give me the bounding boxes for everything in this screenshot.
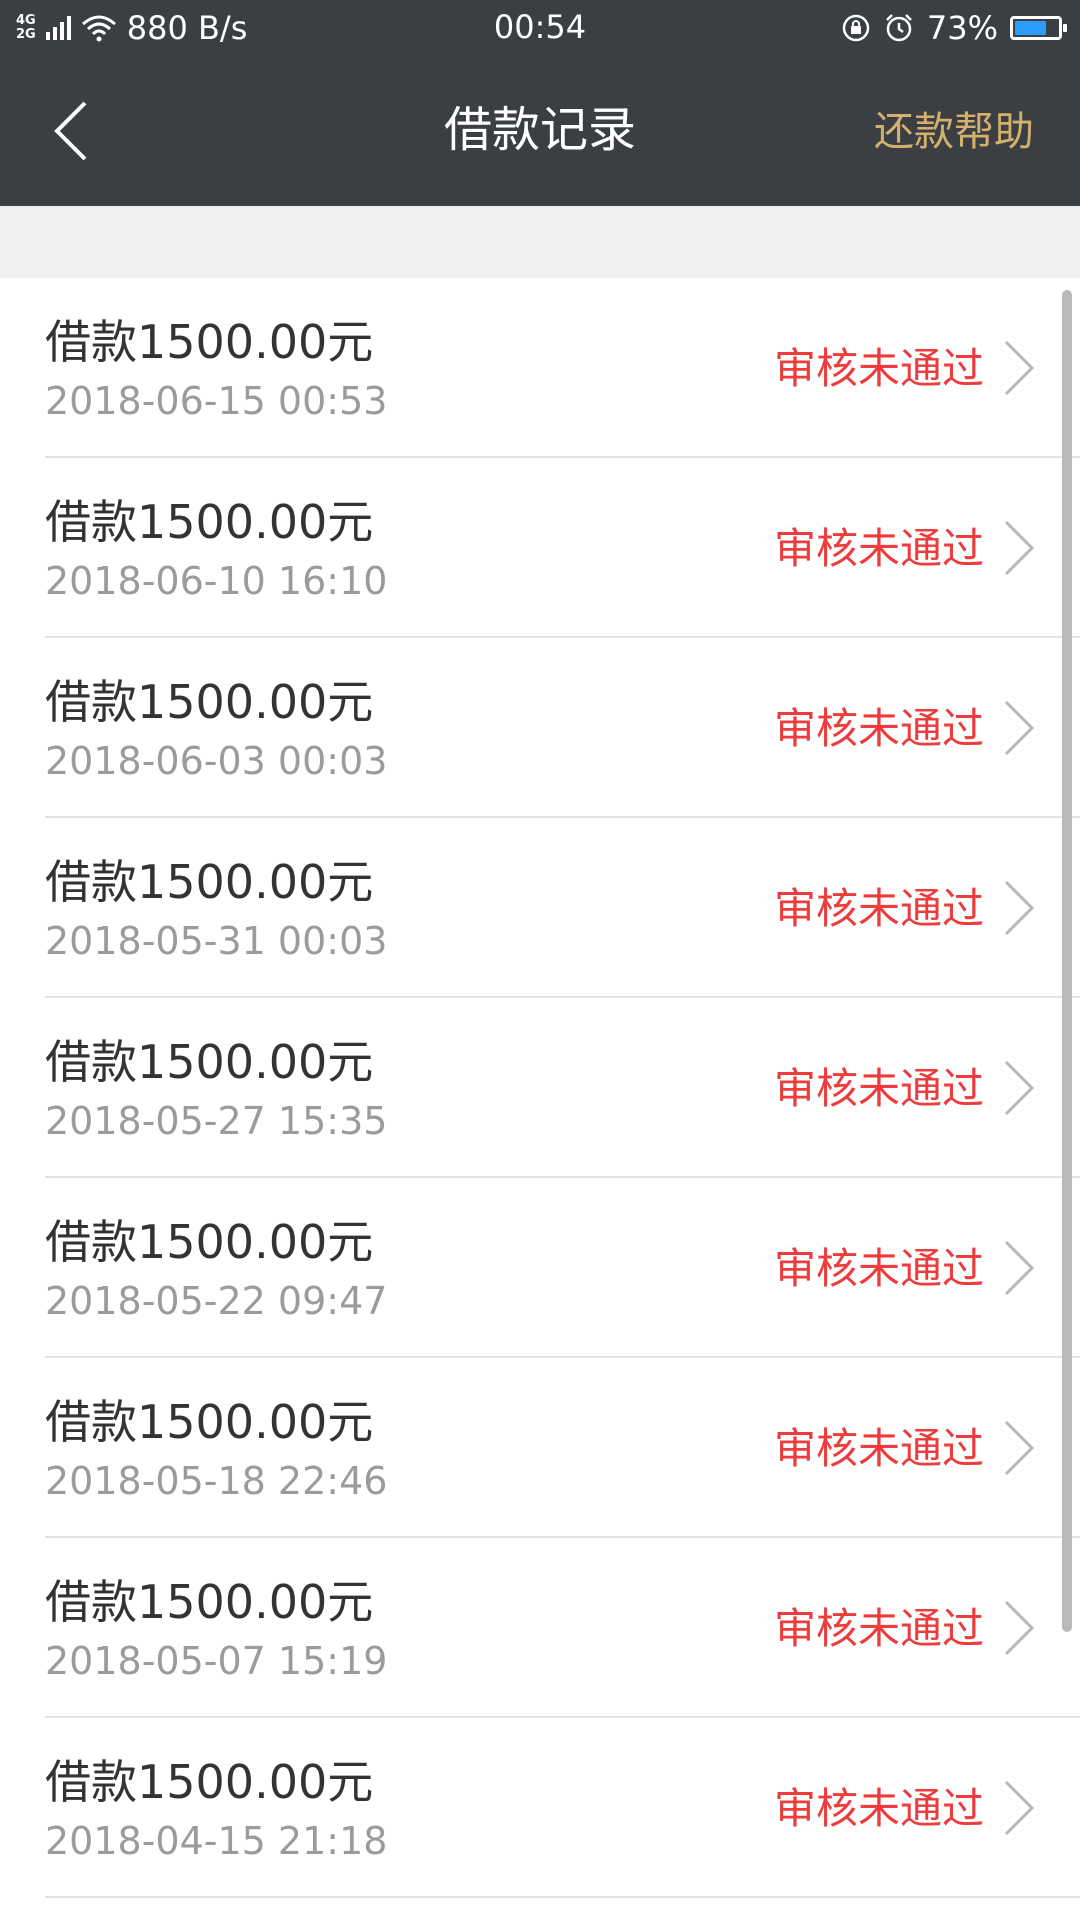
loan-amount: 借款1500.00元 [45,855,374,909]
loan-record-row[interactable]: 借款1500.00元 2018-06-03 00:03 审核未通过 [0,638,1080,818]
loan-record-row[interactable]: 借款1500.00元 2018-05-18 22:46 审核未通过 [0,1358,1080,1538]
loan-record-row[interactable]: 借款1500.00元 2018-05-31 00:03 审核未通过 [0,818,1080,998]
loan-date: 2018-05-18 22:46 [45,1459,388,1503]
loan-date: 2018-05-07 15:19 [45,1639,388,1683]
loan-amount: 借款1500.00元 [45,1395,374,1449]
loan-date: 2018-06-10 16:10 [45,559,388,603]
chevron-right-icon [1004,700,1035,756]
loan-record-list: 借款1500.00元 2018-06-15 00:53 审核未通过 借款1500… [0,278,1080,1898]
loan-date: 2018-05-22 09:47 [45,1279,388,1323]
loan-amount: 借款1500.00元 [45,1575,374,1629]
review-status: 审核未通过 [773,524,984,573]
loan-record-row[interactable]: 借款1500.00元 2018-06-15 00:53 审核未通过 [0,278,1080,458]
review-status: 审核未通过 [773,884,984,933]
nav-bar: 借款记录 还款帮助 [0,56,1080,206]
chevron-right-icon [1004,1420,1035,1476]
rotation-lock-icon [842,14,870,42]
chevron-right-icon [1004,1780,1035,1836]
alarm-icon [885,14,912,42]
loan-date: 2018-04-15 21:18 [45,1819,388,1863]
loan-date: 2018-05-31 00:03 [45,919,388,963]
review-status: 审核未通过 [773,344,984,393]
review-status: 审核未通过 [773,1064,984,1113]
loan-record-row[interactable]: 借款1500.00元 2018-05-07 15:19 审核未通过 [0,1538,1080,1718]
loan-date: 2018-05-27 15:35 [45,1099,388,1143]
chevron-right-icon [1004,340,1035,396]
loan-amount: 借款1500.00元 [45,315,374,369]
loan-date: 2018-06-15 00:53 [45,379,388,423]
review-status: 审核未通过 [773,1424,984,1473]
chevron-right-icon [1004,880,1035,936]
row-divider [45,1896,1080,1898]
loan-record-row[interactable]: 借款1500.00元 2018-04-15 21:18 审核未通过 [0,1718,1080,1898]
review-status: 审核未通过 [773,1784,984,1833]
loan-amount: 借款1500.00元 [45,1215,374,1269]
header-spacer [0,206,1080,278]
review-status: 审核未通过 [773,1604,984,1653]
scrollbar[interactable] [1062,290,1072,1632]
review-status: 审核未通过 [773,1244,984,1293]
loan-record-row[interactable]: 借款1500.00元 2018-06-10 16:10 审核未通过 [0,458,1080,638]
loan-amount: 借款1500.00元 [45,1755,374,1809]
battery-percent: 73% [926,9,998,47]
loan-record-row[interactable]: 借款1500.00元 2018-05-22 09:47 审核未通过 [0,1178,1080,1358]
status-right: 73% [841,8,1067,48]
battery-icon [1010,16,1067,40]
loan-date: 2018-06-03 00:03 [45,739,388,783]
repayment-help-link[interactable]: 还款帮助 [874,104,1034,160]
loan-amount: 借款1500.00元 [45,495,374,549]
chevron-right-icon [1004,1060,1035,1116]
chevron-right-icon [1004,1240,1035,1296]
loan-amount: 借款1500.00元 [45,1035,374,1089]
review-status: 审核未通过 [773,704,984,753]
chevron-right-icon [1004,520,1035,576]
chevron-right-icon [1004,1600,1035,1656]
battery-fill [1015,21,1046,35]
battery-nub [1063,24,1067,32]
status-bar: 4G 2G 880 B/s 00:54 73% [0,0,1080,56]
loan-record-row[interactable]: 借款1500.00元 2018-05-27 15:35 审核未通过 [0,998,1080,1178]
loan-amount: 借款1500.00元 [45,675,374,729]
